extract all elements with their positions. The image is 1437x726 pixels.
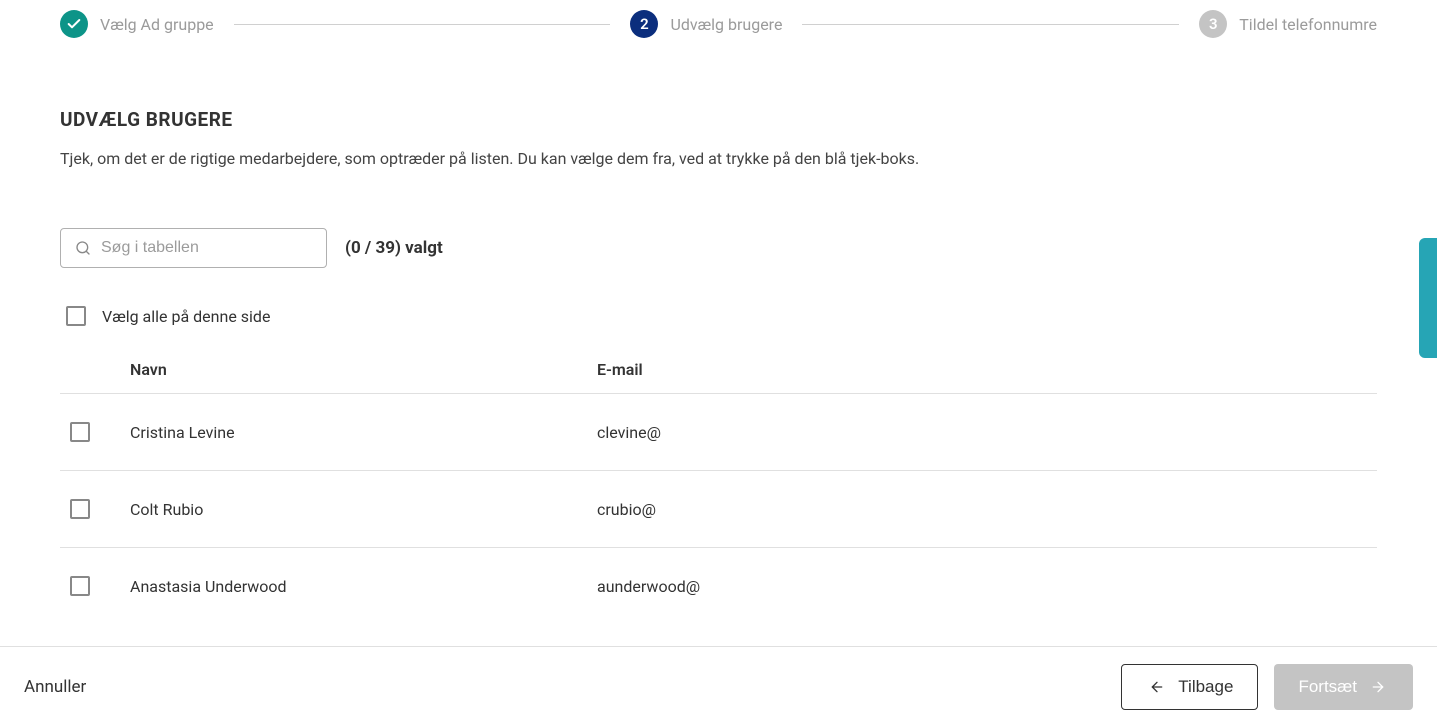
table-row: Anastasia Underwood aunderwood@: [60, 548, 1377, 624]
arrow-right-icon: [1367, 679, 1389, 695]
table-header: Navn E-mail: [60, 346, 1377, 394]
search-input[interactable]: [101, 239, 312, 257]
step-2-circle: 2: [630, 10, 658, 38]
table-row: Cristina Levine clevine@: [60, 394, 1377, 471]
table-row: Colt Rubio crubio@: [60, 471, 1377, 548]
back-button-label: Tilbage: [1178, 677, 1233, 697]
row-checkbox-col: [60, 576, 130, 596]
section-description: Tjek, om det er de rigtige medarbejdere,…: [60, 149, 1377, 168]
arrow-left-icon: [1146, 679, 1168, 695]
header-name: Navn: [130, 360, 597, 379]
header-checkbox-col: [60, 360, 130, 379]
table-container: Vælg alle på denne side Navn E-mail Cris…: [60, 298, 1377, 624]
footer-buttons: Tilbage Fortsæt: [1121, 664, 1413, 710]
select-all-checkbox[interactable]: [66, 306, 86, 326]
step-1: Vælg Ad gruppe: [60, 10, 214, 38]
step-line-2: [802, 24, 1179, 25]
step-2-label: Udvælg brugere: [670, 15, 782, 34]
row-checkbox[interactable]: [70, 422, 90, 442]
step-2: 2 Udvælg brugere: [630, 10, 782, 38]
step-3: 3 Tildel telefonnumre: [1199, 10, 1377, 38]
row-checkbox-col: [60, 499, 130, 519]
back-button[interactable]: Tilbage: [1121, 664, 1258, 710]
search-row: (0 / 39) valgt: [60, 228, 1377, 268]
footer: Annuller Tilbage Fortsæt: [0, 646, 1437, 726]
step-3-circle: 3: [1199, 10, 1227, 38]
check-icon: [66, 16, 82, 32]
row-email: aunderwood@: [597, 577, 1377, 596]
step-1-circle: [60, 10, 88, 38]
selection-count-numbers: (0 / 39): [345, 238, 401, 258]
header-email: E-mail: [597, 360, 1377, 379]
row-email: crubio@: [597, 500, 1377, 519]
cancel-link[interactable]: Annuller: [24, 677, 86, 697]
row-checkbox[interactable]: [70, 576, 90, 596]
row-checkbox[interactable]: [70, 499, 90, 519]
row-email: clevine@: [597, 423, 1377, 442]
continue-button-label: Fortsæt: [1298, 677, 1357, 697]
step-3-label: Tildel telefonnumre: [1239, 15, 1377, 34]
section-title: UDVÆLG BRUGERE: [60, 108, 1377, 131]
row-checkbox-col: [60, 422, 130, 442]
selection-count-label: valgt: [405, 238, 443, 258]
continue-button[interactable]: Fortsæt: [1274, 664, 1413, 710]
step-line-1: [234, 24, 611, 25]
feedback-tab[interactable]: [1419, 238, 1437, 358]
search-box[interactable]: [60, 228, 327, 268]
main-content: UDVÆLG BRUGERE Tjek, om det er de rigtig…: [0, 48, 1437, 624]
search-icon: [75, 240, 91, 256]
row-name: Cristina Levine: [130, 423, 597, 442]
select-all-label: Vælg alle på denne side: [102, 307, 270, 326]
stepper: Vælg Ad gruppe 2 Udvælg brugere 3 Tildel…: [0, 0, 1437, 48]
select-all-row: Vælg alle på denne side: [60, 298, 1377, 346]
row-name: Colt Rubio: [130, 500, 597, 519]
row-name: Anastasia Underwood: [130, 577, 597, 596]
step-1-label: Vælg Ad gruppe: [100, 15, 214, 34]
selection-count: (0 / 39) valgt: [345, 238, 443, 258]
